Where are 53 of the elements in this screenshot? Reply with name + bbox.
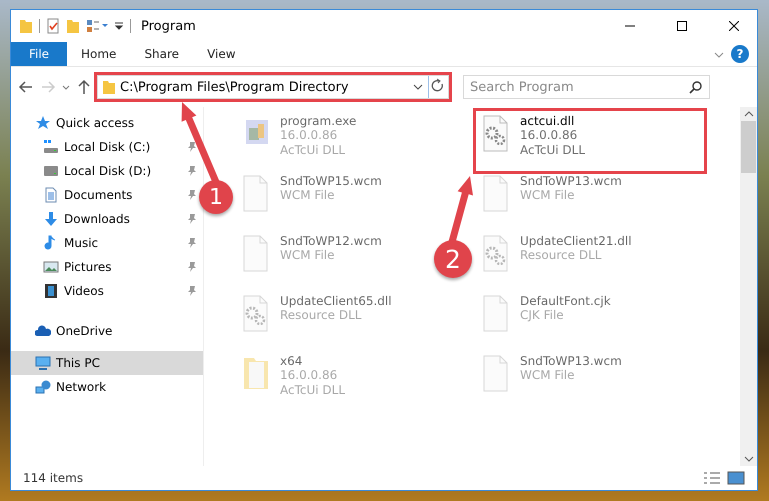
item-count: 114 items bbox=[23, 471, 84, 485]
file-name: DefaultFont.cjk bbox=[520, 294, 611, 308]
file-detail: WCM File bbox=[280, 248, 336, 263]
sidebar-item[interactable]: Local Disk (D:) bbox=[11, 159, 181, 183]
file-detail: AcTcUi DLL bbox=[280, 143, 346, 158]
file-detail: WCM File bbox=[520, 368, 576, 383]
file-detail: 16.0.0.86 bbox=[520, 128, 578, 143]
ribbon-tab[interactable]: File bbox=[11, 42, 67, 66]
file-detail: AcTcUi DLL bbox=[520, 143, 586, 158]
sidebar-item[interactable]: Pictures bbox=[11, 255, 181, 279]
sidebar-item[interactable]: Local Disk (C:) bbox=[11, 135, 181, 159]
file-item[interactable]: x64 16.0.0.86 AcTcUi DLL bbox=[236, 351, 350, 411]
file-detail: Resource DLL bbox=[280, 308, 362, 323]
file-name: UpdateClient65.dll bbox=[280, 294, 392, 308]
file-detail: 16.0.0.86 bbox=[280, 128, 338, 143]
file-name: SndToWP13.wcm bbox=[520, 354, 622, 368]
file-detail: Resource DLL bbox=[520, 248, 602, 263]
file-item[interactable]: SndToWP13.wcm WCM File bbox=[476, 351, 626, 411]
sidebar-item[interactable]: Documents bbox=[11, 183, 181, 207]
file-item[interactable]: SndToWP12.wcm WCM File bbox=[236, 231, 386, 291]
file-detail: WCM File bbox=[280, 188, 336, 203]
file-item[interactable]: DefaultFont.cjk CJK File bbox=[476, 291, 615, 351]
sidebar-item[interactable]: Videos bbox=[11, 279, 181, 303]
file-name: actcui.dll bbox=[520, 114, 576, 128]
window-title: Program bbox=[141, 18, 196, 34]
ribbon-tab[interactable]: View bbox=[193, 42, 250, 66]
file-item[interactable]: SndToWP15.wcm WCM File bbox=[236, 171, 386, 231]
file-detail: WCM File bbox=[520, 188, 576, 203]
file-item[interactable]: program.exe 16.0.0.86 AcTcUi DLL bbox=[236, 111, 360, 171]
file-name: UpdateClient21.dll bbox=[520, 234, 632, 248]
file-detail: CJK File bbox=[520, 308, 565, 323]
sidebar-item[interactable]: Downloads bbox=[11, 207, 181, 231]
address-bar[interactable]: C:\Program Files\Program Directory bbox=[97, 75, 449, 99]
sidebar-item[interactable]: Quick access bbox=[11, 111, 203, 135]
sidebar-item[interactable]: Music bbox=[11, 231, 181, 255]
ribbon-tab[interactable]: Home bbox=[67, 42, 130, 66]
file-name: SndToWP12.wcm bbox=[280, 234, 382, 248]
file-name: x64 bbox=[280, 354, 304, 368]
help-button[interactable]: ? bbox=[731, 45, 749, 63]
search-field[interactable]: Search Program bbox=[463, 75, 710, 99]
file-name: SndToWP13.wcm bbox=[520, 174, 622, 188]
file-name: SndToWP15.wcm bbox=[280, 174, 382, 188]
file-name: program.exe bbox=[280, 114, 356, 128]
file-detail: 16.0.0.86 bbox=[280, 368, 338, 383]
sidebar-item[interactable]: OneDrive bbox=[11, 319, 203, 343]
sidebar-item[interactable]: Network bbox=[11, 375, 203, 399]
file-detail: AcTcUi DLL bbox=[280, 383, 346, 398]
file-item[interactable]: actcui.dll 16.0.0.86 AcTcUi DLL bbox=[476, 111, 704, 171]
ribbon-tab[interactable]: Share bbox=[130, 42, 194, 66]
file-item[interactable]: UpdateClient21.dll Resource DLL bbox=[476, 231, 636, 291]
sidebar-item[interactable]: This PC bbox=[11, 351, 203, 375]
file-item[interactable]: SndToWP13.wcm WCM File bbox=[476, 171, 626, 231]
file-item[interactable]: UpdateClient65.dll Resource DLL bbox=[236, 291, 396, 351]
